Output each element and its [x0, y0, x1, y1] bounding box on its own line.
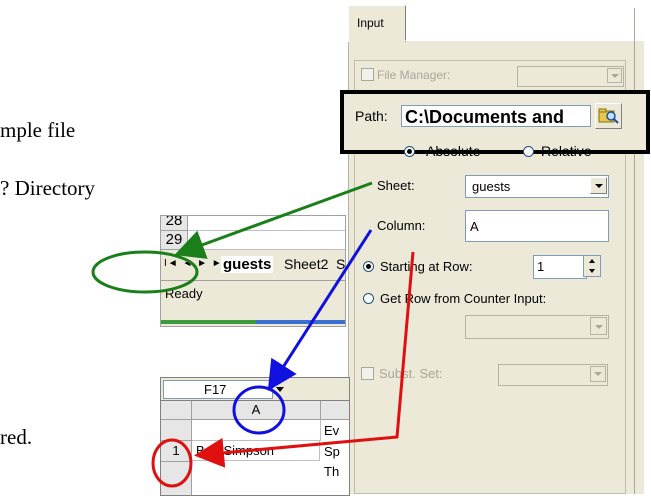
red-arrow	[194, 251, 415, 468]
red-circle	[151, 438, 193, 488]
green-arrow	[174, 181, 373, 259]
callout-overlay	[91, 181, 415, 488]
green-circle	[91, 250, 199, 294]
blue-circle	[232, 385, 286, 435]
blue-arrow	[267, 229, 373, 392]
